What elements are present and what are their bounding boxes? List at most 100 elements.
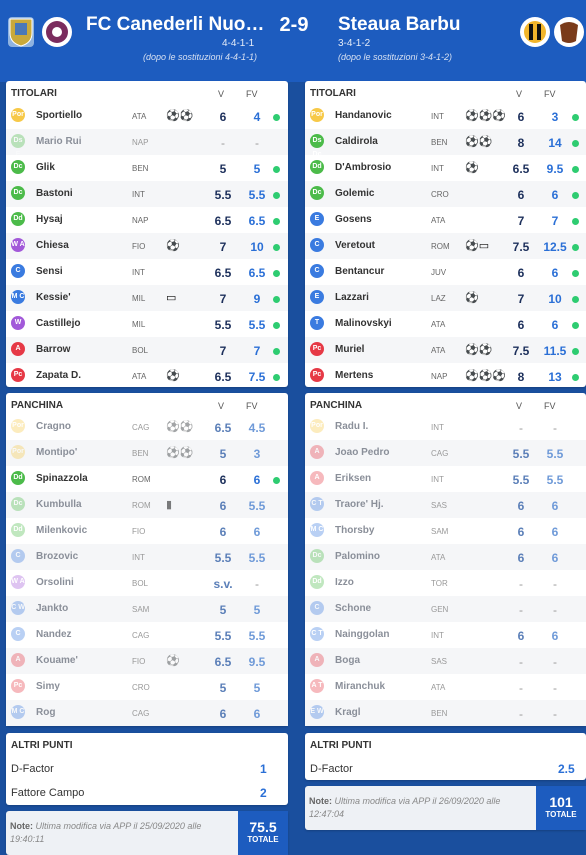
player-name[interactable]: D'Ambrosio (335, 162, 391, 173)
player-row[interactable]: Ds Dc Caldirola BEN ⚽⚽ 8 14 (305, 129, 586, 158)
player-row[interactable]: Pc Muriel ATA ⚽⚽ 7.5 11.5 (305, 337, 586, 363)
player-name[interactable]: Veretout (335, 240, 375, 251)
player-row[interactable]: Dc Golemic CRO 6 6 (305, 181, 586, 207)
player-row[interactable]: Dd Milenkovic FIO 6 6 (6, 518, 288, 544)
player-name[interactable]: Kragl (335, 707, 361, 718)
player-row[interactable]: Por Cragno CAG ⚽⚽ 6.5 4.5 (6, 414, 288, 440)
player-name[interactable]: Glik (36, 162, 55, 173)
player-row[interactable]: E Lazzari LAZ ⚽ 7 10 (305, 285, 586, 311)
player-row[interactable]: Dd Ds Hysaj NAP 6.5 6.5 (6, 207, 288, 236)
player-row[interactable]: T Malinovskyi ATA 6 6 (305, 311, 586, 337)
player-row[interactable]: Ds E Mario Rui NAP - - (6, 129, 288, 158)
player-row[interactable]: A Joao Pedro CAG 5.5 5.5 (305, 440, 586, 466)
player-name[interactable]: Spinazzola (36, 473, 88, 484)
player-row[interactable]: C Veretout ROM ⚽▭ 7.5 12.5 (305, 233, 586, 259)
player-name[interactable]: Hysaj (36, 214, 63, 225)
player-row[interactable]: A Eriksen INT 5.5 5.5 (305, 466, 586, 492)
player-name[interactable]: Palomino (335, 551, 380, 562)
player-name[interactable]: Mertens (335, 370, 373, 381)
player-club: JUV (431, 268, 447, 277)
player-name[interactable]: Mario Rui (36, 136, 82, 147)
player-name[interactable]: Bastoni (36, 188, 73, 199)
player-row[interactable]: Dd Ds Spinazzola ROM 6 6 (6, 466, 288, 495)
player-row[interactable]: A Barrow BOL 7 7 (6, 337, 288, 363)
player-row[interactable]: W A Chiesa FIO ⚽ 7 10 (6, 233, 288, 259)
player-row[interactable]: C T Traore' Hj. SAS 6 6 (305, 492, 586, 518)
player-name[interactable]: Schone (335, 603, 371, 614)
player-row[interactable]: M C Kessie' MIL ▭ 7 9 (6, 285, 288, 311)
player-name[interactable]: Boga (335, 655, 360, 666)
home-team-name[interactable]: FC Canederli Nuo… (86, 14, 264, 36)
player-row[interactable]: Dd Dc E D'Ambrosio INT ⚽ 6.5 9.5 (305, 155, 586, 198)
player-name[interactable]: Joao Pedro (335, 447, 389, 458)
player-name[interactable]: Jankto (36, 603, 68, 614)
player-row[interactable]: M C Thorsby SAM 6 6 (305, 518, 586, 544)
player-row[interactable]: Pc Simy CRO 5 5 (6, 674, 288, 700)
away-team-name[interactable]: Steaua Barbu (338, 14, 460, 36)
player-row[interactable]: C Nandez CAG 5.5 5.5 (6, 622, 288, 648)
player-name[interactable]: Barrow (36, 344, 70, 355)
player-name[interactable]: Kouame' (36, 655, 78, 666)
player-name[interactable]: Radu I. (335, 421, 368, 432)
player-name[interactable]: Gosens (335, 214, 372, 225)
player-row[interactable]: Por Radu I. INT - - (305, 414, 586, 440)
player-name[interactable]: Lazzari (335, 292, 369, 303)
player-row[interactable]: Dc Bastoni INT 5.5 5.5 (6, 181, 288, 207)
player-name[interactable]: Muriel (335, 344, 364, 355)
player-name[interactable]: Rog (36, 707, 55, 718)
player-name[interactable]: Malinovskyi (335, 318, 392, 329)
player-row[interactable]: Pc Zapata D. ATA ⚽ 6.5 7.5 (6, 363, 288, 389)
player-row[interactable]: Por Montipo' BEN ⚽⚽ 5 3 (6, 440, 288, 466)
player-row[interactable]: Por Handanovic INT ⚽⚽⚽ 6 3 (305, 103, 586, 129)
player-row[interactable]: A T Miranchuk ATA - - (305, 674, 586, 700)
fv-header: FV (246, 89, 258, 99)
player-name[interactable]: Simy (36, 681, 60, 692)
played-status-dot-icon (273, 296, 280, 303)
player-name[interactable]: Caldirola (335, 136, 378, 147)
player-row[interactable]: C Schone GEN - - (305, 596, 586, 622)
player-row[interactable]: C Bentancur JUV 6 6 (305, 259, 586, 285)
player-row[interactable]: A Boga SAS - - (305, 648, 586, 674)
player-vote: 6.5 (512, 162, 530, 176)
player-name[interactable]: Kessie' (36, 292, 71, 303)
player-name[interactable]: Nandez (36, 629, 72, 640)
player-row[interactable]: C W Jankto SAM 5 5 (6, 596, 288, 622)
player-name[interactable]: Montipo' (36, 447, 77, 458)
player-name[interactable]: Milenkovic (36, 525, 87, 536)
player-name[interactable]: Eriksen (335, 473, 371, 484)
player-row[interactable]: Dc Kumbulla ROM ▮ 6 5.5 (6, 492, 288, 518)
player-row[interactable]: C Sensi INT 6.5 6.5 (6, 259, 288, 285)
player-row[interactable]: Dd Dc Izzo TOR - - (305, 570, 586, 599)
player-row[interactable]: W Castillejo MIL 5.5 5.5 (6, 311, 288, 337)
player-name[interactable]: Nainggolan (335, 629, 389, 640)
player-club: CAG (132, 423, 150, 432)
player-name[interactable]: Brozovic (36, 551, 78, 562)
player-row[interactable]: Pc Mertens NAP ⚽⚽⚽ 8 13 (305, 363, 586, 389)
player-row[interactable]: W A Orsolini BOL s.v. - (6, 570, 288, 596)
player-name[interactable]: Sensi (36, 266, 63, 277)
player-row[interactable]: Por Sportiello ATA ⚽⚽ 6 4 (6, 103, 288, 129)
player-row[interactable]: E W Kragl BEN - - (305, 700, 586, 726)
player-row[interactable]: Dc Glik BEN 5 5 (6, 155, 288, 181)
player-name[interactable]: Thorsby (335, 525, 374, 536)
player-row[interactable]: E Gosens ATA 7 7 (305, 207, 586, 233)
player-name[interactable]: Miranchuk (335, 681, 385, 692)
player-name[interactable]: Handanovic (335, 110, 392, 121)
player-name[interactable]: Orsolini (36, 577, 74, 588)
player-name[interactable]: Kumbulla (36, 499, 82, 510)
player-row[interactable]: M C Rog CAG 6 6 (6, 700, 288, 726)
player-name[interactable]: Cragno (36, 421, 71, 432)
player-name[interactable]: Izzo (335, 577, 354, 588)
player-row[interactable]: A Kouame' FIO ⚽ 6.5 9.5 (6, 648, 288, 674)
player-name[interactable]: Sportiello (36, 110, 82, 121)
player-row[interactable]: Dc Palomino ATA 6 6 (305, 544, 586, 570)
player-club: CAG (132, 709, 150, 718)
player-row[interactable]: C Brozovic INT 5.5 5.5 (6, 544, 288, 570)
player-name[interactable]: Golemic (335, 188, 374, 199)
player-name[interactable]: Castillejo (36, 318, 80, 329)
player-name[interactable]: Zapata D. (36, 370, 81, 381)
player-name[interactable]: Chiesa (36, 240, 69, 251)
player-row[interactable]: C T Nainggolan INT 6 6 (305, 622, 586, 648)
player-name[interactable]: Bentancur (335, 266, 384, 277)
player-name[interactable]: Traore' Hj. (335, 499, 384, 510)
